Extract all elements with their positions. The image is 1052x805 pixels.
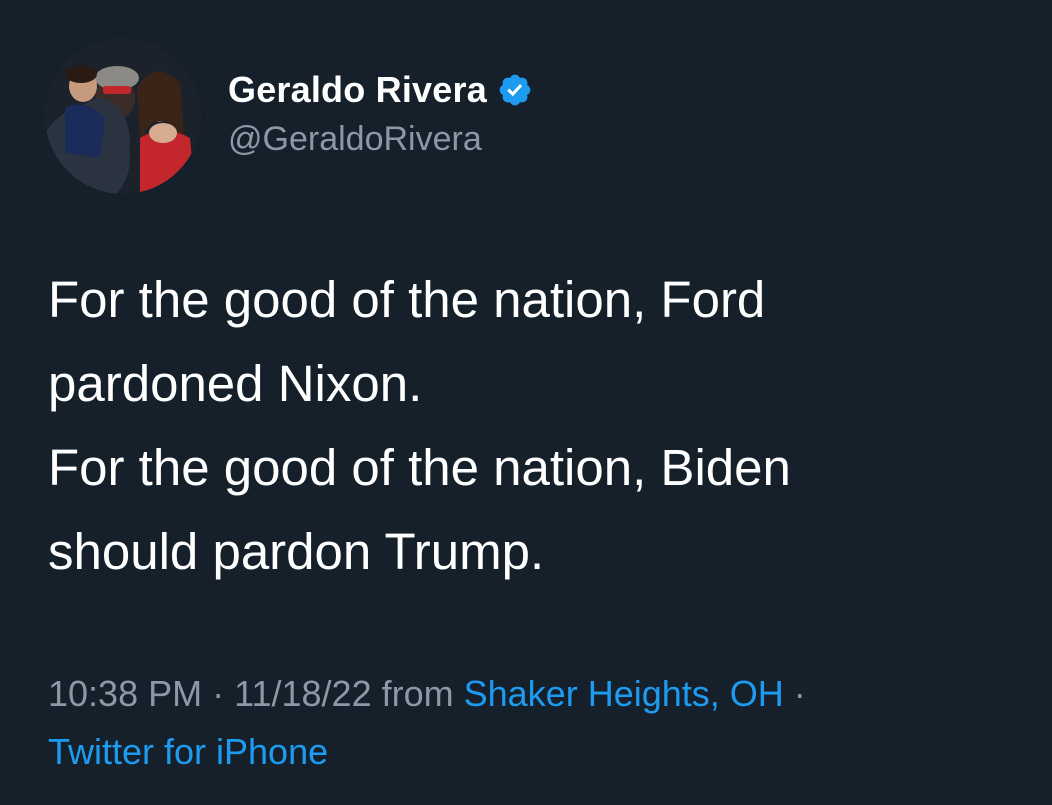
meta-separator: ·	[212, 673, 225, 714]
author-handle[interactable]: @GeraldoRivera	[228, 120, 482, 159]
tweet-time[interactable]: 10:38 PM	[48, 673, 202, 714]
source-link[interactable]: Twitter for iPhone	[48, 731, 328, 772]
profile-photo	[45, 38, 201, 194]
tweet-metadata: 10:38 PM · 11/18/22 from Shaker Heights,…	[48, 665, 1028, 781]
tweet-text-line: should pardon Trump.	[48, 523, 545, 580]
author-name-row: Geraldo Rivera	[228, 68, 533, 112]
tweet-text: For the good of the nation, Ford pardone…	[48, 258, 1028, 594]
tweet-date[interactable]: 11/18/22	[234, 673, 371, 714]
tweet-text-line: pardoned Nixon.	[48, 355, 423, 412]
from-label: from	[381, 673, 454, 714]
author-display-name[interactable]: Geraldo Rivera	[228, 69, 487, 111]
meta-separator: ·	[793, 673, 806, 714]
tweet-text-line: For the good of the nation, Ford	[48, 271, 766, 328]
tweet-text-line: For the good of the nation, Biden	[48, 439, 791, 496]
location-link[interactable]: Shaker Heights, OH	[464, 673, 784, 714]
avatar[interactable]	[45, 38, 201, 194]
verified-badge-icon	[499, 74, 531, 106]
tweet-card: Geraldo Rivera @GeraldoRivera For the go…	[0, 0, 1052, 805]
